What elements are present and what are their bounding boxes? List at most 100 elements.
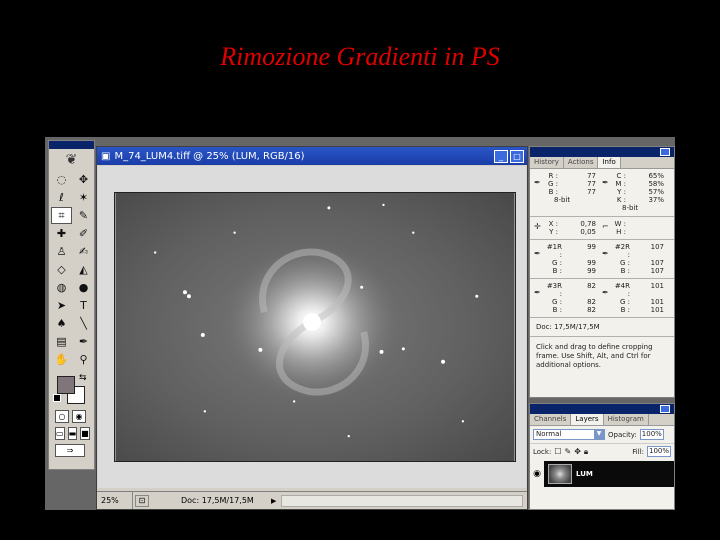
lock-row: Lock: ☐ ✎ ✥ 🔒︎ Fill: 100% xyxy=(530,443,674,459)
tab-actions[interactable]: Actions xyxy=(564,157,599,168)
blend-mode-value: Normal xyxy=(536,430,562,438)
s3-g: 82 xyxy=(587,298,596,306)
healing-icon[interactable]: ✚ xyxy=(51,225,72,242)
history-brush-icon[interactable]: ✍ xyxy=(73,243,94,260)
cmyk-m: 58% xyxy=(648,180,664,188)
tab-histogram[interactable]: Histogram xyxy=(604,414,649,425)
move-icon[interactable]: ✥ xyxy=(73,171,94,188)
lock-label: Lock: xyxy=(533,447,552,456)
pen-icon[interactable]: ♠ xyxy=(51,315,72,332)
doc-size-info: Doc: 17,5M/17,5M xyxy=(181,496,254,505)
path-select-icon[interactable]: ➤ xyxy=(51,297,72,314)
document-status-bar: 25% ⊡ Doc: 17,5M/17,5M ▶ xyxy=(97,491,527,509)
pos-x: 0,78 xyxy=(580,220,596,228)
info-palette-header[interactable] xyxy=(530,147,674,157)
toolbox-grip[interactable] xyxy=(49,141,94,149)
sampler-4-label: #4R : xyxy=(614,282,630,298)
zoom-icon[interactable]: ⚲ xyxy=(73,351,94,368)
notes-icon[interactable]: ▤ xyxy=(51,333,72,350)
quickmask-mode-icon[interactable]: ◉ xyxy=(72,410,86,423)
minimize-icon[interactable]: _ xyxy=(494,149,508,163)
zoom-level[interactable]: 25% xyxy=(97,492,133,509)
brush-icon[interactable]: ✐ xyxy=(73,225,94,242)
default-colors-icon[interactable] xyxy=(53,394,61,402)
eyedropper-icon[interactable]: ✒ xyxy=(73,333,94,350)
tab-channels[interactable]: Channels xyxy=(530,414,572,425)
line-icon[interactable]: ╲ xyxy=(73,315,94,332)
rgb-g: 77 xyxy=(587,180,596,188)
cmyk-y: 57% xyxy=(648,188,664,196)
info-palette: History Actions Info ✒ R :77 G :77 B :77… xyxy=(529,146,675,398)
horizontal-scrollbar[interactable] xyxy=(281,494,523,507)
full-screen-icon[interactable]: ■ xyxy=(80,427,90,440)
hand-icon[interactable]: ✋ xyxy=(51,351,72,368)
stamp-icon[interactable]: ♙ xyxy=(51,243,72,260)
slide-title: Rimozione Gradienti in PS xyxy=(220,42,500,71)
info-doc-size: Doc: 17,5M/17,5M xyxy=(530,318,674,337)
fill-input[interactable]: 100% xyxy=(647,446,671,457)
s4-g: 101 xyxy=(650,298,664,306)
cmyk-bit-depth: 8-bit xyxy=(622,204,639,212)
jump-to-imageready-icon[interactable]: ⇒ xyxy=(55,444,85,457)
galaxy-image[interactable] xyxy=(114,192,516,462)
foreground-color-swatch[interactable] xyxy=(57,376,75,394)
s3-b: 82 xyxy=(587,306,596,314)
preview-icon[interactable]: ⊡ xyxy=(135,494,149,507)
fill-label: Fill: xyxy=(632,447,644,456)
document-window: ▣ M_74_LUM4.tiff @ 25% (LUM, RGB/16) _ □ xyxy=(96,146,528,510)
cmyk-c: 65% xyxy=(648,172,664,180)
canvas-area[interactable] xyxy=(98,166,526,488)
sampler-1-label: #1R : xyxy=(546,243,562,259)
type-icon[interactable]: T xyxy=(73,297,94,314)
feather-icon[interactable]: ❦ xyxy=(49,149,94,171)
color-swatches: ⇆ xyxy=(49,372,94,408)
visibility-eye-icon[interactable]: ◉ xyxy=(530,461,544,487)
standard-screen-icon[interactable]: ▭ xyxy=(55,427,65,440)
rgb-r: 77 xyxy=(587,172,596,180)
layers-palette-header[interactable] xyxy=(530,404,674,414)
crop-icon[interactable]: ⌗ xyxy=(51,207,72,224)
marquee-icon[interactable]: ◌ xyxy=(51,171,72,188)
magic-wand-icon[interactable]: ✶ xyxy=(73,189,94,206)
tab-layers[interactable]: Layers xyxy=(571,414,604,425)
blend-mode-select[interactable]: Normal ▼ xyxy=(533,429,605,440)
palette-menu-icon[interactable] xyxy=(660,148,670,156)
layers-palette-tabs: Channels Layers Histogram xyxy=(530,414,674,426)
info-samplers-3-4: ✒ #3R :82 G :82 B :82 ✒ #4R :101 G :101 … xyxy=(530,279,674,318)
tool-hint: Click and drag to define cropping frame.… xyxy=(536,343,653,369)
lock-transparency-icon[interactable]: ☐ xyxy=(554,447,561,456)
toolbox: ❦ ◌ ✥ ℓ ✶ ⌗ ✎ ✚ ✐ ♙ ✍ ◇ ◭ ◍ ● ➤ T ♠ ╲ ▤ ✒ ✋ ⚲ ⇆ ○ ◉ ▭ ▬ ■ ⇒ xyxy=(48,140,95,470)
slice-icon[interactable]: ✎ xyxy=(73,207,94,224)
tab-history[interactable]: History xyxy=(530,157,564,168)
dodge-icon[interactable]: ● xyxy=(73,279,94,296)
lasso-icon[interactable]: ℓ xyxy=(51,189,72,206)
selection-size-icon: ⌐ xyxy=(602,222,609,231)
layer-item[interactable]: ◉ LUM xyxy=(530,461,674,487)
opacity-input[interactable]: 100% xyxy=(639,429,664,440)
lock-all-icon[interactable]: 🔒︎ xyxy=(584,447,588,457)
maximize-icon[interactable]: □ xyxy=(510,149,524,163)
s1-r: 99 xyxy=(587,243,596,251)
lock-position-icon[interactable]: ✥ xyxy=(574,447,581,456)
eyedropper-icon: ✒ xyxy=(602,178,609,187)
eraser-icon[interactable]: ◇ xyxy=(51,261,72,278)
bucket-icon[interactable]: ◭ xyxy=(73,261,94,278)
jump-row: ⇒ xyxy=(49,442,94,459)
full-screen-menu-icon[interactable]: ▬ xyxy=(67,427,78,440)
info-palette-tabs: History Actions Info xyxy=(530,157,674,169)
status-menu-arrow-icon[interactable]: ▶ xyxy=(271,497,281,505)
tab-info[interactable]: Info xyxy=(598,157,621,168)
s1-b: 99 xyxy=(587,267,596,275)
palette-menu-icon[interactable] xyxy=(660,405,670,413)
s4-r: 101 xyxy=(650,282,664,290)
standard-mode-icon[interactable]: ○ xyxy=(55,410,69,423)
blur-icon[interactable]: ◍ xyxy=(51,279,72,296)
document-titlebar[interactable]: ▣ M_74_LUM4.tiff @ 25% (LUM, RGB/16) _ □ xyxy=(97,147,527,165)
swap-colors-icon[interactable]: ⇆ xyxy=(79,373,87,383)
info-color-section: ✒ R :77 G :77 B :77 8-bit ✒ C :65% M :58… xyxy=(530,169,674,217)
layer-options-row: Normal ▼ Opacity: 100% xyxy=(530,426,674,443)
size-h xyxy=(628,228,670,236)
s3-r: 82 xyxy=(587,282,596,290)
lock-pixels-icon[interactable]: ✎ xyxy=(565,447,572,456)
opacity-label: Opacity: xyxy=(608,430,637,439)
